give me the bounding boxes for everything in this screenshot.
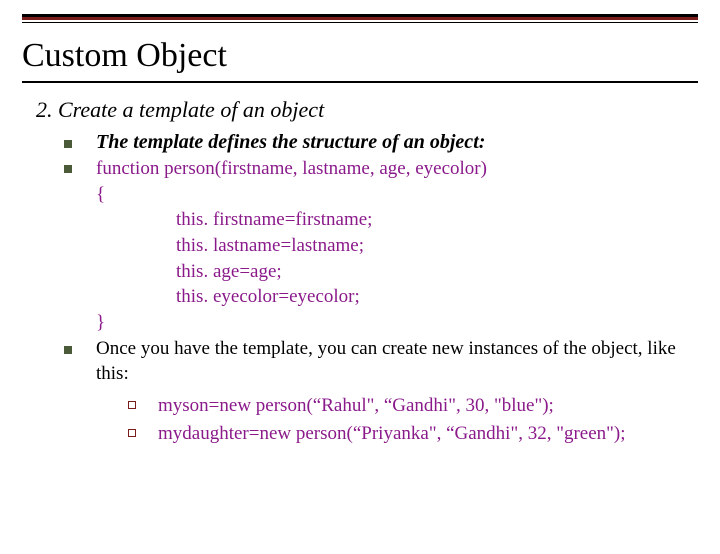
code-line: mydaughter=new person(“Priyanka", “Gandh… — [158, 421, 684, 447]
code-line: this. lastname=lastname; — [96, 233, 684, 259]
code-block: function person(firstname, lastname, age… — [96, 156, 684, 335]
slide-body: 2. Create a template of an object The te… — [0, 97, 720, 448]
sub-bullet-list: myson=new person(“Rahul", “Gandhi", 30, … — [128, 393, 684, 446]
list-item: The template defines the structure of an… — [64, 131, 684, 154]
list-item-text: Once you have the template, you can crea… — [96, 337, 684, 386]
code-line: function person(firstname, lastname, age… — [96, 156, 684, 182]
square-bullet-icon — [64, 165, 72, 173]
list-item: function person(firstname, lastname, age… — [64, 156, 684, 335]
list-item-body: Once you have the template, you can crea… — [96, 337, 684, 448]
title-underline — [22, 81, 698, 83]
list-item: Once you have the template, you can crea… — [64, 337, 684, 448]
open-square-bullet-icon — [128, 429, 136, 437]
square-bullet-icon — [64, 346, 72, 354]
slide-top-rule — [22, 14, 698, 23]
open-square-bullet-icon — [128, 401, 136, 409]
code-line: this. firstname=firstname; — [96, 207, 684, 233]
code-line: myson=new person(“Rahul", “Gandhi", 30, … — [158, 393, 684, 419]
list-item: mydaughter=new person(“Priyanka", “Gandh… — [128, 421, 684, 447]
section-heading: 2. Create a template of an object — [36, 97, 684, 123]
code-line: { — [96, 182, 684, 208]
rule-thin — [22, 22, 698, 23]
slide-title: Custom Object — [22, 37, 698, 75]
square-bullet-icon — [64, 140, 72, 148]
list-item: myson=new person(“Rahul", “Gandhi", 30, … — [128, 393, 684, 419]
code-line: this. age=age; — [96, 259, 684, 285]
bullet-list: The template defines the structure of an… — [64, 131, 684, 448]
list-item-text: The template defines the structure of an… — [96, 131, 684, 154]
code-line: } — [96, 310, 684, 336]
rule-red — [22, 17, 698, 20]
code-line: this. eyecolor=eyecolor; — [96, 284, 684, 310]
